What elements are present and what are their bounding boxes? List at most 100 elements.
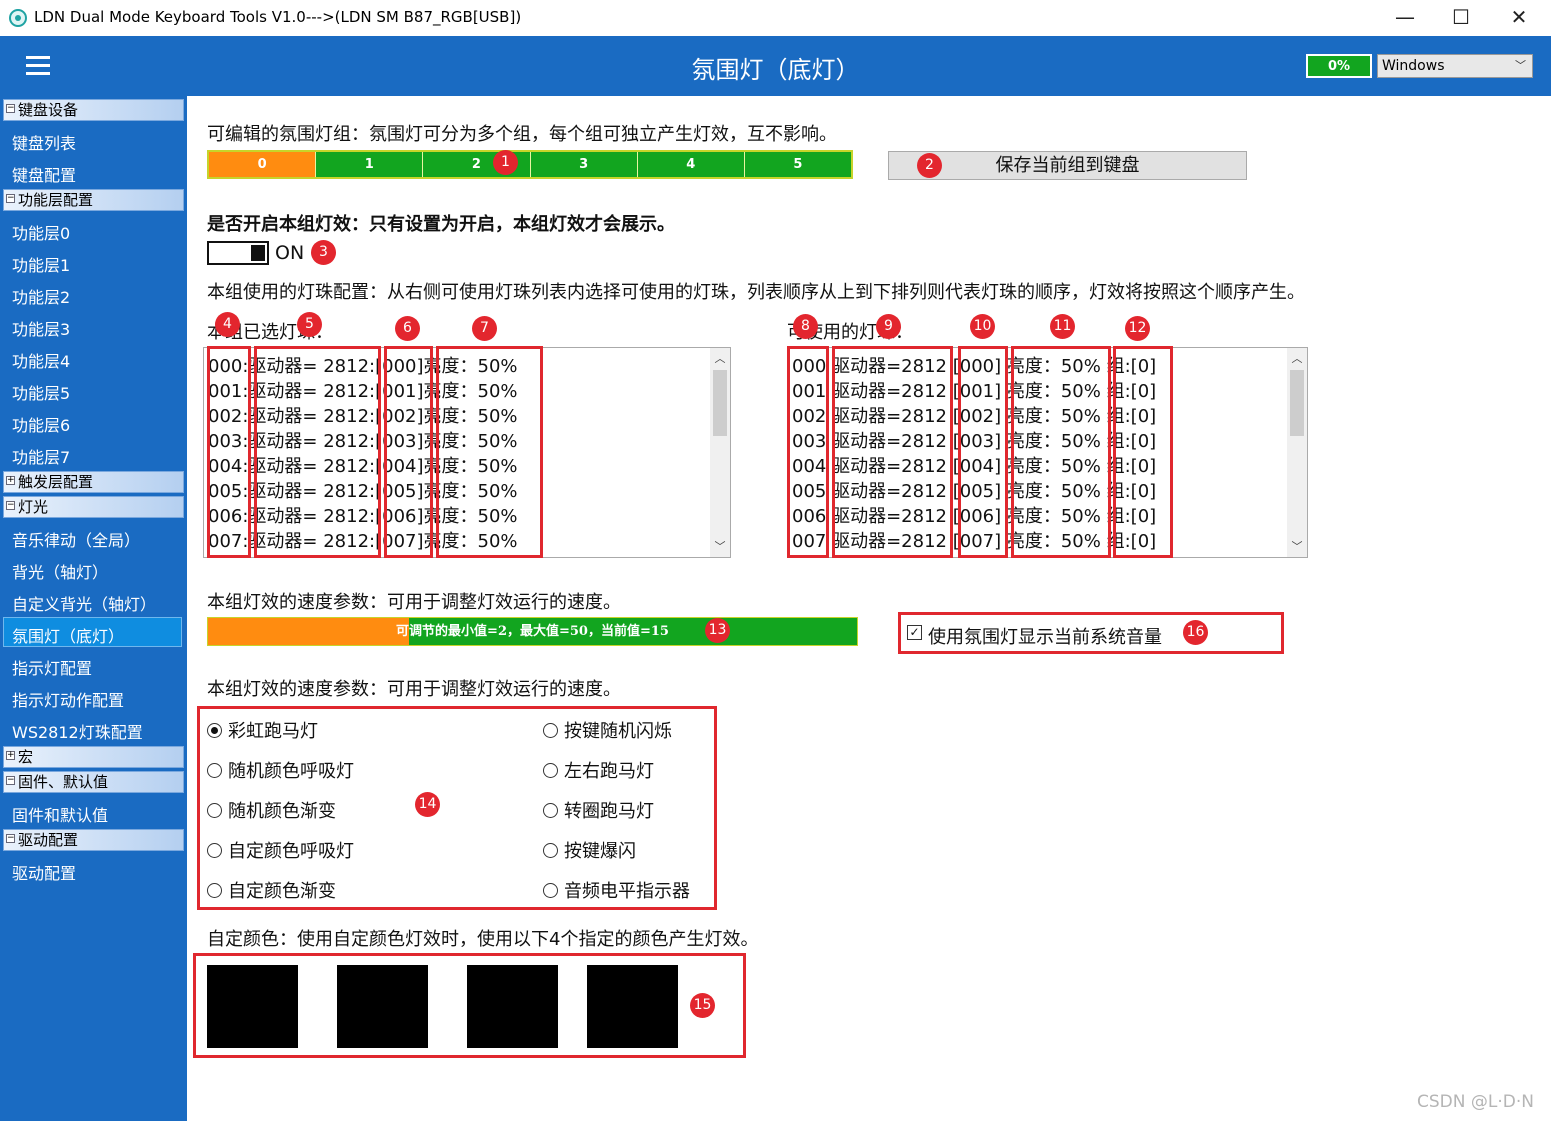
- sidebar-item-indicator-action[interactable]: 指示灯动作配置: [12, 687, 124, 711]
- sidebar-group-lighting[interactable]: − 灯光: [3, 496, 184, 518]
- group-intro-text: 可编辑的氛围灯组：氛围灯可分为多个组，每个组可独立产生灯效，互不影响。: [207, 124, 837, 145]
- led-config-description: 本组使用的灯珠配置：从右侧可使用灯珠列表内选择可使用的灯珠，列表顺序从上到下排列…: [207, 282, 1305, 303]
- annotation-box-avail-group: [1113, 346, 1173, 558]
- group-selector[interactable]: 0 1 2 3 4 5: [207, 150, 853, 179]
- scroll-thumb[interactable]: [713, 370, 727, 436]
- sidebar-item-layer-3[interactable]: 功能层3: [12, 316, 70, 340]
- scroll-down-icon[interactable]: ﹀: [710, 538, 730, 554]
- chevron-down-icon: ﹀: [1515, 59, 1526, 72]
- enable-prompt-text: 是否开启本组灯效：只有设置为开启，本组灯效才会展示。: [207, 214, 675, 235]
- os-select-value: Windows: [1382, 58, 1445, 74]
- progress-indicator: 0%: [1306, 54, 1372, 78]
- effect-label: 本组灯效的速度参数：可用于调整灯效运行的速度。: [207, 679, 621, 700]
- annotation-box-avail-index: [787, 346, 829, 558]
- toggle-knob: [251, 245, 265, 261]
- sidebar-item-layer-6[interactable]: 功能层6: [12, 412, 70, 436]
- sidebar-item-ambient-light[interactable]: 氛围灯（底灯）: [12, 623, 124, 647]
- sidebar-group-layer-config[interactable]: − 功能层配置: [3, 189, 184, 211]
- group-tab-5[interactable]: 5: [745, 152, 851, 177]
- sidebar-group-label: 宏: [18, 748, 34, 766]
- sidebar-group-label: 灯光: [18, 498, 49, 516]
- sidebar-group-keyboard-device[interactable]: − 键盘设备: [3, 99, 184, 121]
- available-list-scrollbar[interactable]: ︿ ﹀: [1287, 348, 1307, 557]
- sidebar-group-label: 功能层配置: [18, 191, 94, 209]
- app-header: 氛围灯（底灯） 0% Windows ﹀: [0, 36, 1551, 96]
- sidebar-item-custom-backlight[interactable]: 自定义背光（轴灯）: [12, 591, 156, 615]
- speed-label: 本组灯效的速度参数：可用于调整灯效运行的速度。: [207, 592, 621, 613]
- sidebar-item-ws2812-config[interactable]: WS2812灯珠配置: [12, 719, 143, 743]
- annotation-badge: 9: [876, 314, 901, 339]
- sidebar-item-firmware-defaults[interactable]: 固件和默认值: [12, 802, 108, 826]
- group-tab-4[interactable]: 4: [638, 152, 745, 177]
- annotation-box-effects: [197, 706, 717, 910]
- annotation-badge: 11: [1050, 314, 1075, 339]
- expand-icon: +: [6, 475, 15, 485]
- group-tab-3[interactable]: 3: [531, 152, 638, 177]
- collapse-icon: −: [6, 193, 15, 203]
- annotation-badge: 5: [297, 312, 322, 337]
- window-title: LDN Dual Mode Keyboard Tools V1.0--->(LD…: [34, 8, 522, 26]
- sidebar-item-layer-1[interactable]: 功能层1: [12, 252, 70, 276]
- annotation-box-brightness: [436, 346, 543, 558]
- speed-slider-text: 可调节的最小值=2，最大值=50，当前值=15: [396, 624, 669, 639]
- annotation-box-volume: [898, 612, 1284, 654]
- collapse-icon: −: [6, 103, 15, 113]
- scroll-thumb[interactable]: [1290, 370, 1304, 436]
- close-button[interactable]: ✕: [1496, 2, 1542, 32]
- collapse-icon: −: [6, 775, 15, 785]
- sidebar-group-trigger-layer[interactable]: + 触发层配置: [3, 471, 184, 493]
- annotation-box-index: [207, 346, 251, 558]
- sidebar-item-layer-2[interactable]: 功能层2: [12, 284, 70, 308]
- window-titlebar: LDN Dual Mode Keyboard Tools V1.0--->(LD…: [0, 0, 1551, 36]
- sidebar-item-layer-5[interactable]: 功能层5: [12, 380, 70, 404]
- sidebar-group-driver[interactable]: − 驱动配置: [3, 829, 184, 851]
- scroll-down-icon[interactable]: ﹀: [1287, 538, 1307, 554]
- speed-slider[interactable]: 可调节的最小值=2，最大值=50，当前值=15: [207, 617, 858, 646]
- annotation-badge: 8: [793, 314, 818, 339]
- sidebar-group-firmware[interactable]: − 固件、默认值: [3, 771, 184, 793]
- sidebar-item-driver-config[interactable]: 驱动配置: [12, 860, 76, 884]
- annotation-box-driver: [254, 346, 381, 558]
- scroll-up-icon[interactable]: ︿: [710, 350, 730, 366]
- maximize-button[interactable]: ☐: [1438, 2, 1484, 32]
- selected-list-scrollbar[interactable]: ︿ ﹀: [710, 348, 730, 557]
- sidebar-item-layer-0[interactable]: 功能层0: [12, 220, 70, 244]
- sidebar-item-backlight[interactable]: 背光（轴灯）: [12, 559, 108, 583]
- collapse-icon: −: [6, 500, 15, 510]
- annotation-box-avail-driver: [832, 346, 953, 558]
- expand-icon: +: [6, 750, 15, 760]
- enable-toggle[interactable]: [207, 241, 269, 265]
- annotation-badge: 3: [311, 240, 336, 265]
- toggle-label: ON: [275, 242, 305, 264]
- annotation-badge: 16: [1183, 620, 1208, 645]
- os-select[interactable]: Windows ﹀: [1377, 54, 1533, 78]
- annotation-box-avail-id: [958, 346, 1008, 558]
- minimize-button[interactable]: —: [1382, 2, 1428, 32]
- annotation-badge: 13: [705, 618, 730, 643]
- sidebar-item-music-rhythm[interactable]: 音乐律动（全局）: [12, 527, 140, 551]
- scroll-up-icon[interactable]: ︿: [1287, 350, 1307, 366]
- sidebar-item-layer-4[interactable]: 功能层4: [12, 348, 70, 372]
- annotation-badge: 6: [395, 316, 420, 341]
- sidebar-group-label: 键盘设备: [18, 101, 79, 119]
- annotation-badge: 7: [472, 316, 497, 341]
- watermark-text: CSDN @L·D·N: [1417, 1092, 1534, 1112]
- collapse-icon: −: [6, 833, 15, 843]
- sidebar-item-indicator-config[interactable]: 指示灯配置: [12, 655, 92, 679]
- group-tab-0[interactable]: 0: [209, 152, 317, 177]
- sidebar-item-keyboard-list[interactable]: 键盘列表: [12, 130, 76, 154]
- app-icon: [9, 9, 27, 27]
- sidebar-group-label: 固件、默认值: [18, 773, 109, 791]
- annotation-badge: 12: [1125, 316, 1150, 341]
- annotation-badge: 14: [415, 792, 440, 817]
- group-tab-1[interactable]: 1: [316, 152, 424, 177]
- sidebar-group-label: 驱动配置: [18, 831, 79, 849]
- annotation-badge: 4: [215, 312, 240, 337]
- annotation-box-avail-brightness: [1011, 346, 1111, 558]
- sidebar-group-label: 触发层配置: [18, 473, 94, 491]
- annotation-box-id: [384, 346, 433, 558]
- sidebar-item-layer-7[interactable]: 功能层7: [12, 444, 70, 468]
- sidebar-group-macro[interactable]: + 宏: [3, 746, 184, 768]
- sidebar: − 键盘设备 键盘列表 键盘配置 − 功能层配置 功能层0 功能层1 功能层2 功能…: [0, 96, 187, 1121]
- sidebar-item-keyboard-config[interactable]: 键盘配置: [12, 162, 76, 186]
